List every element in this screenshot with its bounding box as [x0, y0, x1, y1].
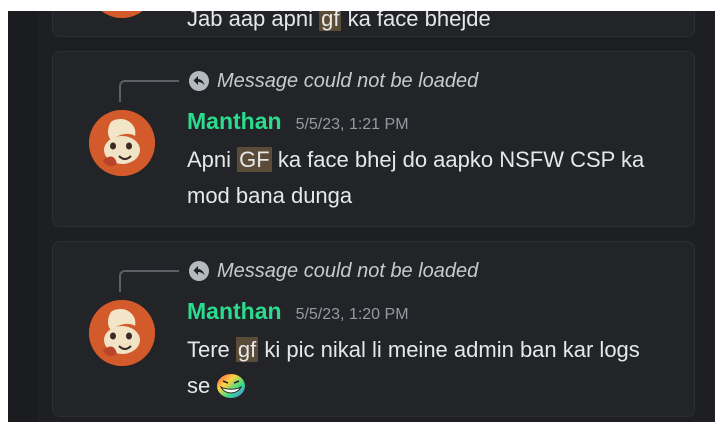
message-card[interactable]: Message could not be loaded Manthan 5/5/… [52, 241, 695, 417]
reply-notice: Message could not be loaded [217, 69, 479, 92]
message-card-previous[interactable]: Jab aap apni gf ka face bhejde [52, 11, 695, 37]
reply-connector [119, 270, 179, 292]
reply-arrow-icon [189, 71, 209, 91]
username[interactable]: Manthan [187, 298, 282, 325]
username[interactable]: Manthan [187, 108, 282, 135]
avatar[interactable] [89, 300, 155, 366]
chat-frame: Jab aap apni gf ka face bhejde Message c… [8, 11, 715, 422]
timestamp[interactable]: 5/5/23, 1:20 PM [296, 306, 409, 324]
reply-reference[interactable]: Message could not be loaded [189, 258, 478, 284]
highlighted-word: gf [319, 11, 342, 31]
message-header: Manthan 5/5/23, 1:20 PM [187, 298, 409, 325]
trollface-emoji-icon[interactable] [216, 373, 246, 410]
highlighted-word: GF [237, 147, 272, 172]
timestamp[interactable]: 5/5/23, 1:21 PM [296, 116, 409, 134]
avatar[interactable] [89, 11, 155, 18]
message-text: Apni GF ka face bhej do aapko NSFW CSP k… [187, 147, 645, 208]
reply-connector [119, 80, 179, 102]
left-panel-edge [8, 11, 38, 422]
reply-notice: Message could not be loaded [217, 259, 479, 282]
avatar[interactable] [89, 110, 155, 176]
highlighted-word: gf [235, 337, 259, 362]
message-card[interactable]: Message could not be loaded Manthan 5/5/… [52, 51, 695, 227]
reply-reference[interactable]: Message could not be loaded [189, 68, 478, 94]
reply-arrow-icon [189, 261, 209, 281]
message-header: Manthan 5/5/23, 1:21 PM [187, 108, 409, 135]
message-text: Tere gf ki pic nikal li meine admin ban … [187, 332, 667, 410]
message-text: Jab aap apni gf ka face bhejde [187, 11, 491, 32]
